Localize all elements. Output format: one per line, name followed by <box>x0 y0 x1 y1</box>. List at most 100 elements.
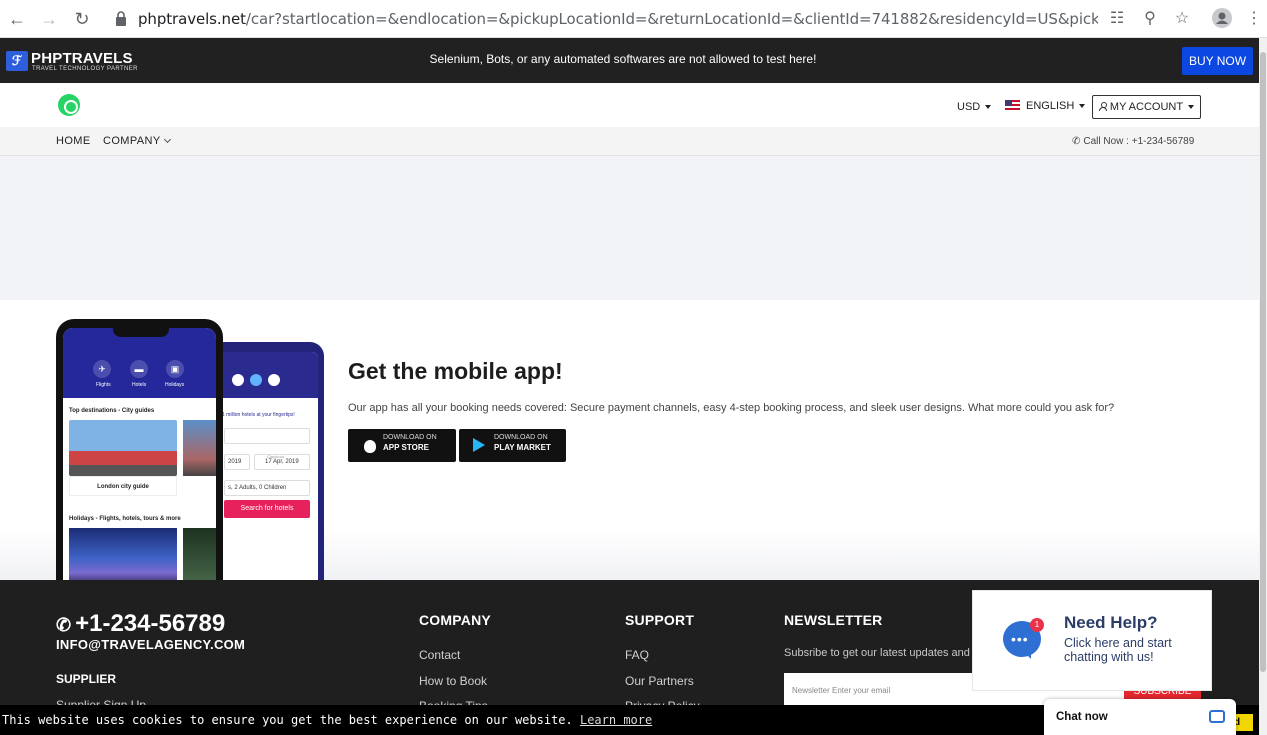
nav-company[interactable]: COMPANY <box>103 135 171 147</box>
app-title: Get the mobile app! <box>348 358 563 384</box>
site-header: USD ENGLISH MY ACCOUNT <box>0 83 1259 127</box>
phone-back-search-button: Search for hotels <box>224 500 310 518</box>
cookie-text: This website uses cookies to ensure you … <box>2 713 652 727</box>
phone-icon: ✆ <box>1072 136 1081 147</box>
nav-home[interactable]: HOME <box>56 135 91 147</box>
phone-front-screen: ✈ ▬ ▣ Flights Hotels Holidays Top destin… <box>63 328 216 580</box>
automation-notice: Selenium, Bots, or any automated softwar… <box>429 52 817 66</box>
footer-email[interactable]: INFO@TRAVELAGENCY.COM <box>56 637 245 652</box>
hotel-icon <box>250 374 262 386</box>
footer-link-how-to-book[interactable]: How to Book <box>419 674 487 688</box>
play-market-button[interactable]: DOWNLOAD ON PLAY MARKET <box>459 429 566 462</box>
destination-image <box>183 420 216 476</box>
logo-name[interactable]: PHPTRAVELS <box>31 50 133 67</box>
hero-band <box>0 156 1259 300</box>
flights-icon: ✈ <box>93 360 111 378</box>
caret-down-icon <box>1188 105 1195 109</box>
main-nav: HOME COMPANY ✆ Call Now : +1-234-56789 <box>0 127 1259 156</box>
checkout-label: Checkout <box>267 454 284 459</box>
whatsapp-icon[interactable] <box>58 94 80 116</box>
logo-tagline: TRAVEL TECHNOLOGY PARTNER <box>32 66 138 72</box>
user-icon <box>1098 102 1107 111</box>
browser-menu-icon[interactable]: ⋮ <box>1243 8 1265 30</box>
chat-icon <box>1209 710 1225 723</box>
address-bar[interactable]: phptravels.net/car?startlocation=&endloc… <box>138 9 1098 29</box>
phone-back-screen: 1 million hotels at your fingertips! 201… <box>218 352 318 582</box>
lock-icon[interactable] <box>114 10 128 28</box>
caret-down-icon <box>985 105 992 109</box>
mockup-section-holidays: Holidays - Flights, hotels, tours & more <box>69 516 181 522</box>
learn-more-link[interactable]: Learn more <box>580 713 652 727</box>
call-now[interactable]: ✆ Call Now : +1-234-56789 <box>1072 136 1194 147</box>
footer-support-heading: SUPPORT <box>625 612 695 628</box>
url-path: /car?startlocation=&endlocation=&pickupL… <box>245 10 1098 28</box>
footer-link-faq[interactable]: FAQ <box>625 648 649 662</box>
nav-company-label: COMPANY <box>103 135 161 147</box>
browser-toolbar: ← → ↻ phptravels.net/car?startlocation=&… <box>0 0 1267 38</box>
back-arrow-icon[interactable]: ← <box>6 8 28 30</box>
holidays-icon: ▣ <box>166 360 184 378</box>
app-description: Our app has all your booking needs cover… <box>348 402 1115 414</box>
language-dropdown[interactable]: ENGLISH <box>1005 100 1086 112</box>
phone-front-header: ✈ ▬ ▣ Flights Hotels Holidays <box>63 328 216 398</box>
phone-back-guests: s, 2 Adults, 0 Children <box>224 480 310 496</box>
phone-back-field <box>224 428 310 444</box>
chevron-down-icon <box>163 135 171 144</box>
my-account-label: MY ACCOUNT <box>1109 101 1184 113</box>
footer-phone-number: +1-234-56789 <box>75 610 226 637</box>
page-scrollbar[interactable] <box>1259 38 1267 735</box>
apple-icon <box>362 438 378 454</box>
footer-company-heading: COMPANY <box>419 612 491 628</box>
need-help-text: Click here and start chatting with us! <box>1064 636 1172 664</box>
phone-back-tagline: 1 million hotels at your fingertips! <box>222 412 295 418</box>
london-image <box>69 420 177 476</box>
bookmark-star-icon[interactable]: ☆ <box>1171 8 1193 30</box>
london-caption: London city guide <box>69 476 177 496</box>
app-store-button[interactable]: DOWNLOAD ON APP STORE <box>348 429 456 462</box>
phone-back-checkin: 2019 <box>224 454 250 470</box>
currency-label: USD <box>957 101 981 113</box>
forward-arrow-icon[interactable]: → <box>38 8 60 30</box>
call-now-text: Call Now : +1-234-56789 <box>1083 136 1195 147</box>
phone-mockup-back: 1 million hotels at your fingertips! 201… <box>210 342 324 582</box>
zoom-icon[interactable]: ⚲ <box>1139 8 1161 30</box>
phone-notch <box>113 328 169 337</box>
plane-icon <box>232 374 244 386</box>
footer-supplier-heading: SUPPLIER <box>56 672 117 686</box>
scrollbar-thumb[interactable] <box>1260 52 1266 672</box>
buy-now-button[interactable]: BUY NOW <box>1182 47 1253 75</box>
chat-now-widget[interactable]: Chat now <box>1044 699 1236 735</box>
footer-phone[interactable]: ✆ +1-234-56789 <box>56 610 225 638</box>
chat-notification-badge: 1 <box>1030 618 1044 632</box>
url-host: phptravels.net <box>138 10 246 28</box>
reload-icon[interactable]: ↻ <box>71 8 93 30</box>
phone-back-checkout: Checkout 17 Apr, 2019 <box>254 454 310 470</box>
app-store-line2: APP STORE <box>383 443 429 452</box>
footer-newsletter-heading: NEWSLETTER <box>784 612 883 628</box>
hotels-icon: ▬ <box>130 360 148 378</box>
phone-back-header <box>218 352 318 398</box>
newsletter-text: Subsribe to get our latest updates and <box>784 647 970 659</box>
footer-link-contact[interactable]: Contact <box>419 648 460 662</box>
tab-hotels-label: Hotels <box>132 382 147 388</box>
need-help-title: Need Help? <box>1064 613 1158 632</box>
briefcase-icon <box>268 374 280 386</box>
us-flag-icon <box>1005 100 1020 110</box>
need-help-popup[interactable]: ••• 1 Need Help? Click here and start ch… <box>972 590 1212 691</box>
currency-dropdown[interactable]: USD <box>957 101 992 113</box>
play-market-line2: PLAY MARKET <box>494 443 551 452</box>
phone-mockup-front: ✈ ▬ ▣ Flights Hotels Holidays Top destin… <box>56 319 223 580</box>
cookie-message: This website uses cookies to ensure you … <box>2 713 573 727</box>
mockup-section-city-guides: Top destinations - City guides <box>69 408 155 414</box>
footer-link-our-partners[interactable]: Our Partners <box>625 674 694 688</box>
forest-image <box>183 528 216 580</box>
translate-icon[interactable]: ☷ <box>1106 8 1128 30</box>
tab-flights-label: Flights <box>96 382 111 388</box>
phone-icon: ✆ <box>56 615 72 635</box>
chat-now-label: Chat now <box>1056 711 1108 723</box>
profile-icon[interactable] <box>1211 8 1233 30</box>
my-account-button[interactable]: MY ACCOUNT <box>1092 95 1201 119</box>
play-market-line1: DOWNLOAD ON <box>494 434 548 441</box>
logo-icon[interactable]: ℱ <box>6 51 28 71</box>
language-label: ENGLISH <box>1026 100 1075 112</box>
